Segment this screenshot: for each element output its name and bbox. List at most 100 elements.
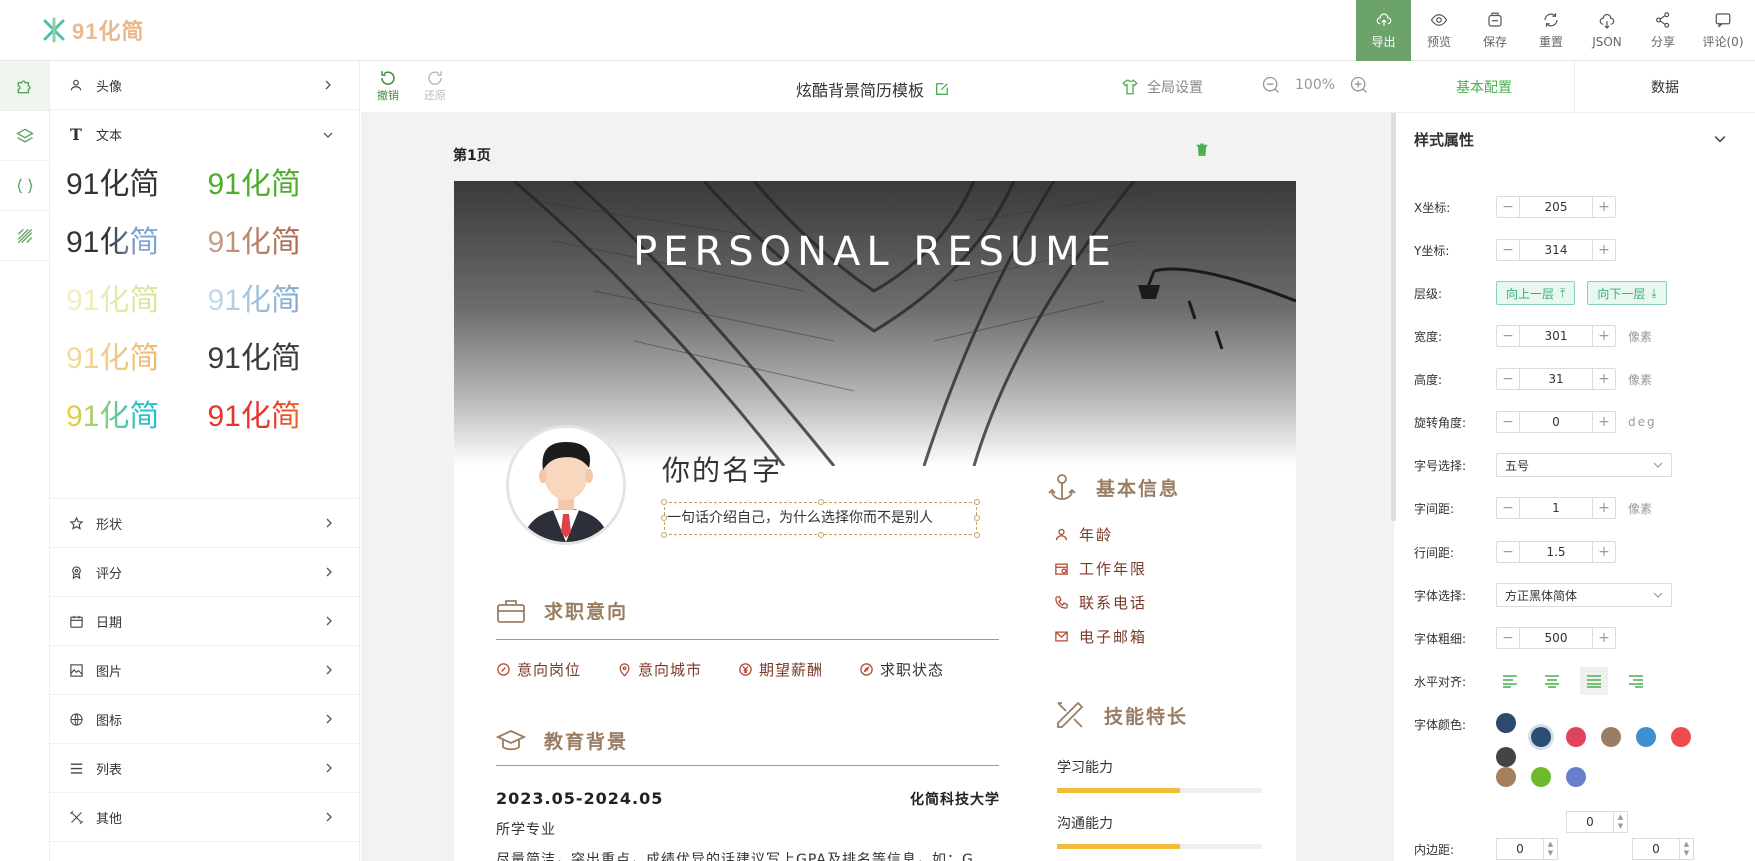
color-swatch[interactable]: [1496, 767, 1516, 787]
text-sample[interactable]: 91化简: [208, 397, 350, 437]
share-button[interactable]: 分享: [1635, 0, 1691, 61]
align-left-icon[interactable]: [1496, 667, 1524, 695]
color-swatch[interactable]: [1531, 767, 1551, 787]
color-swatch[interactable]: [1636, 727, 1656, 747]
panel-item-list[interactable]: 列表: [50, 744, 360, 793]
color-swatch[interactable]: [1601, 727, 1621, 747]
text-sample[interactable]: 91化简: [66, 223, 208, 263]
section-skills[interactable]: 技能特长: [1054, 699, 1188, 731]
section-job-intent[interactable]: 求职意向: [496, 597, 628, 624]
reset-button[interactable]: 重置: [1523, 0, 1579, 61]
plus-icon[interactable]: +: [1593, 412, 1615, 432]
height-stepper[interactable]: −31 +: [1496, 368, 1616, 390]
logo[interactable]: 91化简: [40, 14, 144, 46]
rotate-value[interactable]: 0: [1519, 412, 1593, 432]
global-settings-button[interactable]: 全局设置: [1121, 77, 1203, 97]
text-sample[interactable]: 91化简: [208, 165, 350, 205]
weight-value[interactable]: 500: [1519, 628, 1593, 648]
panel-item-other[interactable]: 其他: [50, 793, 360, 842]
padding-left-value[interactable]: 0: [1497, 842, 1543, 856]
minus-icon[interactable]: −: [1497, 369, 1519, 389]
redo-button[interactable]: 还原: [420, 69, 450, 103]
width-value[interactable]: 301: [1519, 326, 1593, 346]
resize-handle[interactable]: [974, 499, 980, 505]
spin-arrows-icon[interactable]: ▲ ▼: [1613, 812, 1627, 832]
padding-left-stepper[interactable]: 0 ▲ ▼: [1496, 838, 1558, 860]
text-sample[interactable]: 91化简: [208, 223, 350, 263]
panel-item-image[interactable]: 图片: [50, 646, 360, 695]
minus-icon[interactable]: −: [1497, 197, 1519, 217]
padding-right-value[interactable]: 0: [1633, 842, 1679, 856]
resize-handle[interactable]: [661, 515, 667, 521]
weight-stepper[interactable]: −500 +: [1496, 627, 1616, 649]
color-swatch[interactable]: [1566, 767, 1586, 787]
resume-intro-selected[interactable]: 一句话介绍自己，为什么选择你而不是别人: [661, 499, 980, 538]
zoom-in-icon[interactable]: [1349, 75, 1369, 95]
line-height-value[interactable]: 1.5: [1519, 542, 1593, 562]
basic-item-email[interactable]: 电子邮箱: [1054, 626, 1147, 647]
comment-button[interactable]: 评论(0): [1691, 0, 1755, 61]
intent-item[interactable]: 期望薪酬: [738, 659, 823, 680]
undo-button[interactable]: 撤销: [373, 69, 403, 103]
color-swatch[interactable]: [1496, 747, 1516, 767]
width-stepper[interactable]: −301 +: [1496, 325, 1616, 347]
minus-icon[interactable]: −: [1497, 498, 1519, 518]
x-value[interactable]: 205: [1519, 197, 1593, 217]
panel-item-avatar[interactable]: 头像: [50, 61, 359, 110]
text-sample[interactable]: 91化简: [208, 339, 350, 379]
skill-name[interactable]: 学习能力: [1057, 757, 1113, 777]
text-sample[interactable]: 91化简: [66, 339, 208, 379]
font-family-select[interactable]: 方正黑体简体: [1496, 583, 1672, 607]
text-sample[interactable]: 91化简: [66, 397, 208, 437]
rail-layers[interactable]: [0, 111, 49, 161]
resize-handle[interactable]: [818, 532, 824, 538]
export-button[interactable]: 导出: [1356, 0, 1411, 61]
tab-data[interactable]: 数据: [1575, 61, 1755, 112]
resize-handle[interactable]: [661, 499, 667, 505]
trash-icon[interactable]: [1195, 143, 1209, 157]
edit-icon[interactable]: [934, 81, 950, 97]
layer-up-button[interactable]: 向上一层 ⤒: [1496, 281, 1576, 305]
basic-item-work-years[interactable]: 工作年限: [1054, 558, 1147, 579]
save-button[interactable]: 保存: [1467, 0, 1523, 61]
skill-name[interactable]: 沟通能力: [1057, 813, 1113, 833]
hero-title[interactable]: PERSONAL RESUME: [454, 229, 1296, 275]
align-right-icon[interactable]: [1622, 667, 1650, 695]
intent-item[interactable]: 求职状态: [859, 659, 944, 680]
x-stepper[interactable]: −205 +: [1496, 196, 1616, 218]
text-sample[interactable]: 91化简: [66, 165, 208, 205]
resume-name[interactable]: 你的名字: [662, 449, 782, 489]
spacing-value[interactable]: 1: [1519, 498, 1593, 518]
education-school[interactable]: 化简科技大学: [900, 789, 1000, 809]
spin-arrows-icon[interactable]: ▲ ▼: [1543, 839, 1557, 859]
y-value[interactable]: 314: [1519, 240, 1593, 260]
education-date[interactable]: 2023.05-2024.05: [496, 789, 663, 808]
resize-handle[interactable]: [974, 515, 980, 521]
resize-handle[interactable]: [661, 532, 667, 538]
json-button[interactable]: JSON: [1579, 0, 1635, 61]
preview-button[interactable]: 预览: [1411, 0, 1467, 61]
color-swatch[interactable]: [1566, 727, 1586, 747]
plus-icon[interactable]: +: [1593, 542, 1615, 562]
panel-item-text[interactable]: T 文本: [50, 110, 359, 159]
padding-top-stepper[interactable]: 0 ▲ ▼: [1566, 811, 1628, 833]
color-swatch[interactable]: [1496, 713, 1516, 733]
align-center-icon[interactable]: [1538, 667, 1566, 695]
minus-icon[interactable]: −: [1497, 628, 1519, 648]
zoom-out-icon[interactable]: [1261, 75, 1281, 95]
layer-down-button[interactable]: 向下一层 ⤓: [1587, 281, 1667, 305]
intent-item[interactable]: 意向岗位: [496, 659, 581, 680]
tab-basic-config[interactable]: 基本配置: [1394, 61, 1575, 112]
panel-item-rating[interactable]: 评分: [50, 548, 360, 597]
panel-item-icon[interactable]: 图标: [50, 695, 360, 744]
minus-icon[interactable]: −: [1497, 542, 1519, 562]
minus-icon[interactable]: −: [1497, 412, 1519, 432]
spin-arrows-icon[interactable]: ▲ ▼: [1679, 839, 1693, 859]
height-value[interactable]: 31: [1519, 369, 1593, 389]
minus-icon[interactable]: −: [1497, 240, 1519, 260]
plus-icon[interactable]: +: [1593, 498, 1615, 518]
padding-right-stepper[interactable]: 0 ▲ ▼: [1632, 838, 1694, 860]
rail-code[interactable]: [0, 161, 49, 211]
resize-handle[interactable]: [818, 499, 824, 505]
text-sample[interactable]: 91化简: [208, 281, 350, 321]
